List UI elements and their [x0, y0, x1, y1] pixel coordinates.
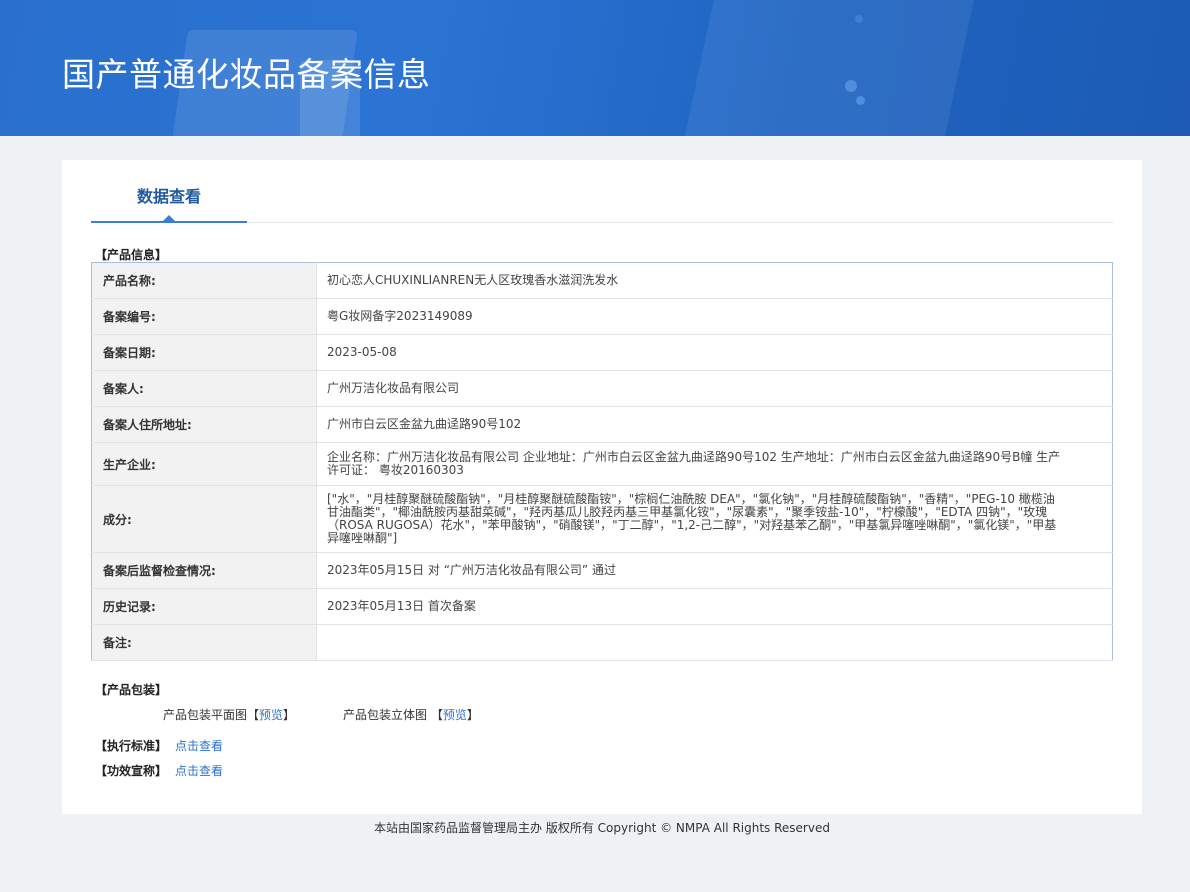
- bracket-close: 】: [283, 708, 296, 722]
- tab-data-view[interactable]: 数据查看: [91, 160, 247, 223]
- info-row-label: 历史记录:: [91, 588, 317, 625]
- footer-copyright: 本站由国家药品监督管理局主办 版权所有 Copyright © NMPA All…: [374, 821, 830, 835]
- info-row-value: 初心恋人CHUXINLIANREN无人区玫瑰香水滋润洗发水: [316, 262, 1113, 299]
- packaging-item-label: 产品包装平面图: [163, 708, 248, 722]
- tab-label: 数据查看: [136, 187, 201, 206]
- info-table-row: 备注:: [91, 624, 1113, 661]
- product-info-table: 产品名称: 初心恋人CHUXINLIANREN无人区玫瑰香水滋润洗发水 备案编号: 粤…: [91, 262, 1113, 661]
- efficacy-link[interactable]: 点击查看: [175, 764, 223, 778]
- banner-decoration: [684, 0, 976, 136]
- info-table-row: 备案日期: 2023-05-08: [91, 334, 1113, 371]
- content-card: 数据查看 【产品信息】 产品名称: 初心恋人CHUXINLIANREN无人区玫瑰香…: [62, 160, 1142, 814]
- packaging-item-flat: 产品包装平面图【预览】: [163, 706, 295, 723]
- info-table-row: 备案后监督检查情况: 2023年05月15日 对 “广州万洁化妆品有限公司” 通过: [91, 552, 1113, 589]
- efficacy-line: 【功效宣称】 点击查看: [95, 762, 223, 779]
- info-row-value: 2023年05月13日 首次备案: [316, 588, 1113, 625]
- bracket-open: 【: [247, 708, 260, 722]
- packaging-item-3d: 产品包装立体图 【预览】: [343, 706, 479, 723]
- preview-link[interactable]: 预览: [443, 708, 467, 722]
- info-table-row: 历史记录: 2023年05月13日 首次备案: [91, 588, 1113, 625]
- info-row-value: [316, 624, 1113, 661]
- standards-link[interactable]: 点击查看: [175, 739, 223, 753]
- tab-bar: 数据查看: [91, 160, 1113, 223]
- info-table-row: 成分: ["水"，"月桂醇聚醚硫酸酯钠"，"月桂醇聚醚硫酸酯铵"，"棕榈仁油酰胺 …: [91, 485, 1113, 553]
- info-row-label: 产品名称:: [91, 262, 317, 299]
- info-row-value: 企业名称：广州万洁化妆品有限公司 企业地址：广州市白云区金盆九曲迳路90号102…: [316, 442, 1113, 486]
- tab-active-caret-icon: [163, 215, 175, 221]
- standards-line: 【执行标准】 点击查看: [95, 737, 223, 754]
- info-row-label: 生产企业:: [91, 442, 317, 486]
- info-table-row: 备案人: 广州万洁化妆品有限公司: [91, 370, 1113, 407]
- info-row-value: 2023-05-08: [316, 334, 1113, 371]
- info-table-row: 备案人住所地址: 广州市白云区金盆九曲迳路90号102: [91, 406, 1113, 443]
- banner-dot: [855, 15, 863, 23]
- info-row-value: 2023年05月15日 对 “广州万洁化妆品有限公司” 通过: [316, 552, 1113, 589]
- banner-dot: [845, 80, 857, 92]
- bracket-close: 】: [466, 708, 479, 722]
- info-table-row: 备案编号: 粤G妆网备字2023149089: [91, 298, 1113, 335]
- section-title-packaging: 【产品包装】: [95, 683, 168, 697]
- info-row-label: 备案日期:: [91, 334, 317, 371]
- header-banner: 国产普通化妆品备案信息: [0, 0, 1190, 136]
- packaging-item-label: 产品包装立体图: [343, 708, 428, 722]
- info-row-label: 成分:: [91, 485, 317, 553]
- info-row-label: 备案人:: [91, 370, 317, 407]
- bracket-open: 【: [430, 708, 443, 722]
- page-title: 国产普通化妆品备案信息: [62, 55, 431, 94]
- banner-dot: [856, 96, 865, 105]
- standards-title: 【执行标准】: [95, 739, 168, 753]
- info-row-label: 备案人住所地址:: [91, 406, 317, 443]
- info-row-value: 广州万洁化妆品有限公司: [316, 370, 1113, 407]
- preview-link[interactable]: 预览: [259, 708, 283, 722]
- info-row-value: ["水"，"月桂醇聚醚硫酸酯钠"，"月桂醇聚醚硫酸酯铵"，"棕榈仁油酰胺 DEA…: [316, 485, 1113, 553]
- info-row-label: 备注:: [91, 624, 317, 661]
- info-table-row: 产品名称: 初心恋人CHUXINLIANREN无人区玫瑰香水滋润洗发水: [91, 262, 1113, 299]
- efficacy-title: 【功效宣称】: [95, 764, 168, 778]
- info-row-value: 粤G妆网备字2023149089: [316, 298, 1113, 335]
- info-row-label: 备案编号:: [91, 298, 317, 335]
- info-row-label: 备案后监督检查情况:: [91, 552, 317, 589]
- info-row-value: 广州市白云区金盆九曲迳路90号102: [316, 406, 1113, 443]
- section-title-product-info: 【产品信息】: [95, 248, 168, 262]
- info-table-row: 生产企业: 企业名称：广州万洁化妆品有限公司 企业地址：广州市白云区金盆九曲迳路9…: [91, 442, 1113, 486]
